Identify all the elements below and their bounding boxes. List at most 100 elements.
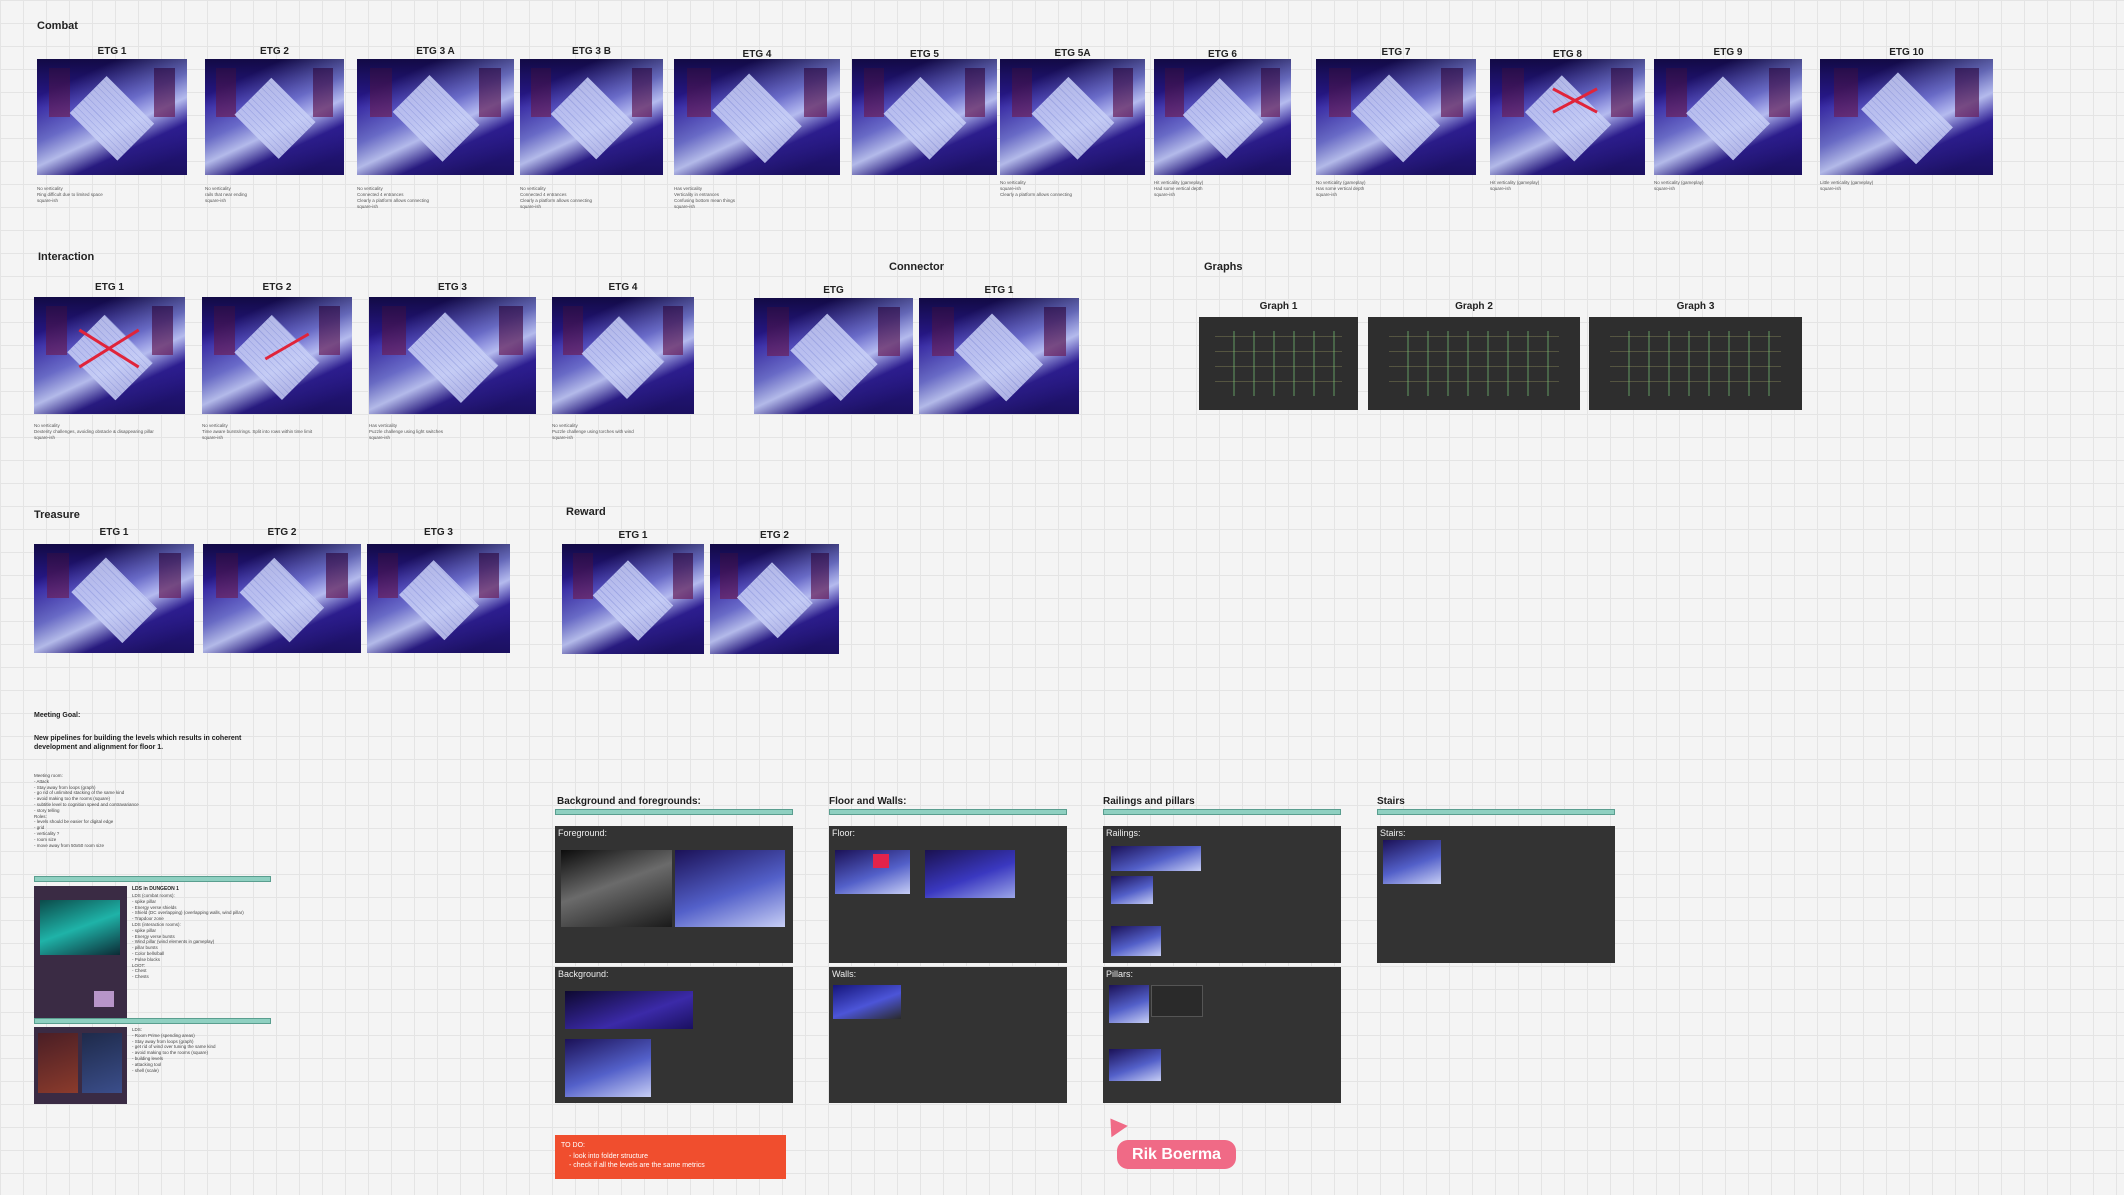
panel-label: Floor: <box>832 828 856 838</box>
combat-card[interactable]: ETG 3 B No verticality Connected 4 entra… <box>520 46 663 209</box>
todo-title: TO DO: <box>561 1142 585 1149</box>
asset-image <box>565 991 693 1029</box>
level-screenshot <box>754 298 913 414</box>
card-caption: No verticality Dexterity challenges, avo… <box>34 423 154 440</box>
level-screenshot <box>710 544 839 654</box>
card-caption: Hit verticality (gameplay) Had some vert… <box>1154 180 1204 197</box>
connector-card[interactable]: ETG <box>754 285 913 414</box>
section-title-connector: Connector <box>889 261 944 273</box>
document-image <box>40 900 120 955</box>
combat-card[interactable]: ETG 10 Little verticality (gameplay) squ… <box>1820 47 1993 191</box>
card-title: ETG 5A <box>1054 48 1091 59</box>
background-panel[interactable]: Background: <box>555 967 793 1103</box>
todo-item: - check if all the levels are the same m… <box>569 1162 705 1169</box>
card-title: ETG 9 <box>1713 47 1743 58</box>
level-screenshot <box>674 59 840 175</box>
treasure-card[interactable]: ETG 2 <box>203 527 361 653</box>
asset-image <box>1111 846 1201 871</box>
combat-card[interactable]: ETG 6 Hit verticality (gameplay) Had som… <box>1154 49 1291 197</box>
card-title: ETG 10 <box>1889 47 1924 58</box>
panel-label: Foreground: <box>558 828 608 838</box>
foreground-panel[interactable]: Foreground: <box>555 826 793 963</box>
card-caption: Hit verticality (gameplay) square-ish <box>1490 180 1540 191</box>
card-caption: No verticality Connected 4 entrances Cle… <box>520 186 593 209</box>
card-caption: No verticality Puzzle challenge using to… <box>552 423 634 440</box>
treasure-card[interactable]: ETG 3 <box>367 527 510 653</box>
card-title: Graph 3 <box>1676 301 1715 312</box>
level-screenshot <box>34 297 185 414</box>
combat-card[interactable]: ETG 5 <box>852 49 997 175</box>
combat-card[interactable]: ETG 9 No verticality (gameplay) square-i… <box>1654 47 1802 191</box>
asset-image <box>833 985 901 1019</box>
card-title: ETG 2 <box>760 530 789 541</box>
level-screenshot <box>1820 59 1993 175</box>
document-badge <box>94 991 114 1007</box>
collaborator-cursor-label: Rik Boerma <box>1117 1140 1236 1169</box>
pillars-panel[interactable]: Pillars: <box>1103 967 1341 1103</box>
combat-card[interactable]: ETG 4 Has verticality Verticality in ent… <box>674 49 840 209</box>
graph-card[interactable]: Graph 1 <box>1199 301 1358 410</box>
interaction-card[interactable]: ETG 2 No verticality Time aware bursts/r… <box>202 282 352 440</box>
asset-image <box>925 850 1015 898</box>
todo-sticky[interactable]: TO DO: - look into folder structure - ch… <box>555 1135 786 1179</box>
asset-image <box>1111 926 1161 956</box>
document-thumbnail[interactable] <box>34 886 127 1018</box>
level-screenshot <box>852 59 997 175</box>
card-title: ETG 4 <box>608 282 638 293</box>
meeting-notes: Meeting room: - Attack - Stay away from … <box>34 773 139 848</box>
level-screenshot <box>1316 59 1476 175</box>
interaction-card[interactable]: ETG 3 Has verticality Puzzle challenge u… <box>369 282 536 440</box>
railings-panel[interactable]: Railings: <box>1103 826 1341 963</box>
level-screenshot <box>1490 59 1645 175</box>
stairs-panel[interactable]: Stairs: <box>1377 826 1615 963</box>
card-title: ETG 1 <box>97 46 127 57</box>
treasure-card[interactable]: ETG 1 <box>34 527 194 653</box>
card-title: ETG 1 <box>95 282 124 293</box>
connector-card[interactable]: ETG 1 <box>919 285 1079 414</box>
combat-card[interactable]: ETG 7 No verticality (gameplay) Has some… <box>1316 47 1476 197</box>
combat-card[interactable]: ETG 3 A No verticality Connected 4 entra… <box>357 46 514 209</box>
reward-card[interactable]: ETG 2 <box>710 530 839 654</box>
section-title-combat: Combat <box>37 20 78 32</box>
panel-title: Floor and Walls: <box>829 796 907 807</box>
accent-bar <box>1377 809 1615 815</box>
combat-card[interactable]: ETG 1 No verticality Ring difficult due … <box>37 46 187 203</box>
meeting-goal-text: New pipelines for building the levels wh… <box>34 735 242 751</box>
graph-card[interactable]: Graph 2 <box>1368 301 1580 410</box>
floor-panel[interactable]: Floor: <box>829 826 1067 963</box>
todo-list: - look into folder structure - check if … <box>569 1152 705 1170</box>
card-caption: No verticality square-ish Clearly a plat… <box>1000 180 1073 197</box>
card-title: ETG 3 <box>438 282 467 293</box>
asset-image <box>1111 876 1153 904</box>
card-caption: No verticality Connected 4 entrances Cle… <box>357 186 430 209</box>
interaction-card[interactable]: ETG 1 No verticality Dexterity challenge… <box>34 282 185 440</box>
graph-card[interactable]: Graph 3 <box>1589 301 1802 410</box>
level-screenshot <box>552 297 694 414</box>
document-text-2: LDS: - Room Prime (spending areas) - Sta… <box>132 1027 216 1073</box>
card-title: ETG 3 <box>424 527 453 538</box>
card-caption: No verticality Time aware bursts/rings. … <box>202 423 313 440</box>
accent-bar <box>555 809 793 815</box>
panel-label: Railings: <box>1106 828 1141 838</box>
asset-image <box>1109 985 1149 1023</box>
document-thumbnail-2[interactable] <box>34 1027 127 1104</box>
card-title: Graph 2 <box>1455 301 1493 312</box>
card-title: ETG 1 <box>99 527 129 538</box>
panel-title: Background and foregrounds: <box>557 796 701 807</box>
interaction-card[interactable]: ETG 4 No verticality Puzzle challenge us… <box>552 282 694 440</box>
card-caption: Has verticality Puzzle challenge using l… <box>369 423 444 440</box>
level-screenshot <box>520 59 663 175</box>
walls-panel[interactable]: Walls: <box>829 967 1067 1103</box>
card-title: ETG 1 <box>984 285 1014 296</box>
combat-card[interactable]: ETG 8 Hit verticality (gameplay) square-… <box>1490 49 1645 191</box>
level-screenshot <box>1654 59 1802 175</box>
combat-card[interactable]: ETG 2 No verticality rails that near end… <box>205 46 344 203</box>
section-title-graphs: Graphs <box>1204 261 1243 273</box>
card-title: ETG 1 <box>618 530 648 541</box>
combat-card[interactable]: ETG 5A No verticality square-ish Clearly… <box>1000 48 1145 197</box>
card-title: Graph 1 <box>1259 301 1298 312</box>
reward-card[interactable]: ETG 1 <box>562 530 704 654</box>
document-image <box>38 1033 78 1093</box>
cursor-pointer-icon <box>1102 1112 1128 1138</box>
accent-bar <box>34 1018 271 1024</box>
